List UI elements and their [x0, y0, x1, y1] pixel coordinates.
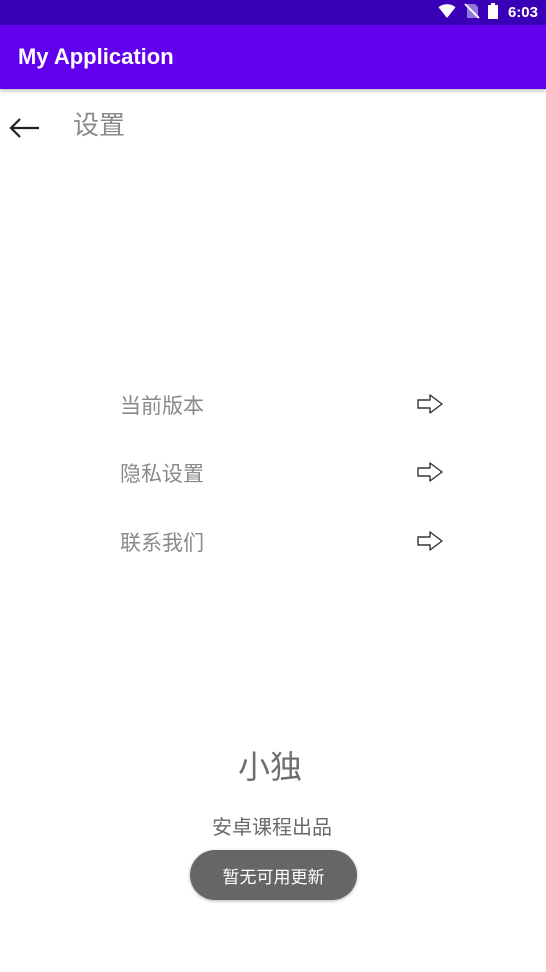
battery-icon [487, 2, 498, 23]
wifi-icon [438, 3, 456, 23]
toolbar: 设置 [0, 95, 546, 151]
brand-subtitle: 安卓课程出品 [212, 815, 332, 839]
page-title: 设置 [73, 111, 126, 141]
settings-item-contact[interactable]: 联系我们 [120, 519, 446, 563]
settings-item-version[interactable]: 当前版本 [120, 382, 446, 426]
arrow-right-outline-icon [417, 394, 443, 414]
toast-message: 暂无可用更新 [190, 850, 357, 900]
app-bar: My Application [0, 25, 546, 89]
settings-item-label: 联系我们 [120, 531, 204, 555]
status-time: 6:03 [507, 4, 538, 21]
app-title: My Application [18, 44, 174, 69]
status-bar: 6:03 [0, 0, 546, 25]
arrow-right-outline-icon [417, 531, 443, 551]
settings-item-label: 隐私设置 [120, 462, 204, 486]
no-sim-icon [464, 2, 480, 23]
settings-item-privacy[interactable]: 隐私设置 [120, 450, 446, 494]
brand-name: 小独 [237, 748, 302, 786]
arrow-left-icon [9, 118, 39, 138]
arrow-right-outline-icon [417, 462, 443, 482]
status-icons: 6:03 [438, 2, 538, 23]
settings-item-label: 当前版本 [120, 394, 204, 418]
back-button[interactable] [6, 103, 44, 141]
